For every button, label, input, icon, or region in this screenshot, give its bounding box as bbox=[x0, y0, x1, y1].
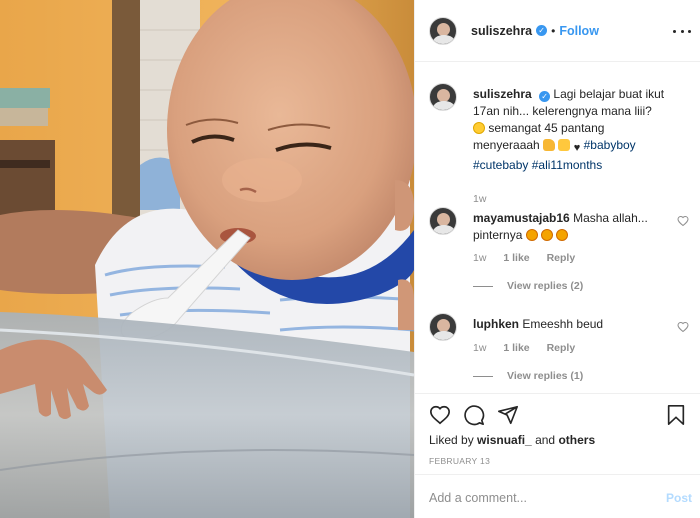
verified-badge-icon: ✓ bbox=[539, 91, 551, 102]
comment-likes[interactable]: 1 like bbox=[503, 342, 529, 354]
caption-author-avatar[interactable] bbox=[429, 83, 457, 111]
like-comment-heart-icon[interactable] bbox=[677, 215, 689, 227]
comment-icon[interactable] bbox=[463, 404, 485, 426]
comment-time[interactable]: 1w bbox=[473, 252, 486, 264]
comment-likes[interactable]: 1 like bbox=[503, 252, 529, 264]
author-username[interactable]: suliszehra bbox=[471, 24, 532, 38]
author-info: suliszehra ✓ • Follow bbox=[471, 24, 599, 38]
reply-button[interactable]: Reply bbox=[547, 252, 576, 264]
post-actions: Liked by wisnuafi_ and others February 1… bbox=[415, 393, 700, 518]
header-separator: • bbox=[551, 23, 556, 38]
like-comment-heart-icon[interactable] bbox=[677, 321, 689, 333]
add-comment-bar: Post bbox=[415, 474, 700, 518]
commenter-avatar[interactable] bbox=[429, 207, 457, 235]
reply-button[interactable]: Reply bbox=[547, 342, 576, 354]
bookmark-icon[interactable] bbox=[665, 404, 687, 426]
add-comment-input[interactable] bbox=[429, 489, 649, 507]
comment-meta: 1w 1 like Reply bbox=[473, 342, 575, 354]
hashtag-ali11months[interactable]: #ali11months bbox=[532, 158, 603, 172]
post-comment-button[interactable]: Post bbox=[666, 491, 692, 505]
heart-icon[interactable] bbox=[429, 404, 451, 426]
heart-eyes-emoji-icon bbox=[525, 229, 538, 241]
share-icon[interactable] bbox=[497, 404, 519, 426]
post-date[interactable]: February 13 bbox=[429, 456, 490, 466]
caption-time[interactable]: 1w bbox=[473, 193, 486, 205]
post-header: suliszehra ✓ • Follow bbox=[415, 0, 700, 62]
comment-meta: 1w 1 like Reply bbox=[473, 252, 575, 264]
post-side-panel: suliszehra ✓ • Follow suliszehra ✓ Lagi … bbox=[414, 0, 700, 518]
verified-badge-icon: ✓ bbox=[536, 25, 548, 36]
action-icons-row bbox=[429, 404, 687, 428]
heart-eyes-emoji-icon bbox=[556, 229, 569, 241]
caption-username[interactable]: suliszehra bbox=[473, 87, 532, 101]
comment-username[interactable]: luphken bbox=[473, 317, 519, 331]
hashtag-cutebaby[interactable]: #cutebaby bbox=[473, 158, 528, 172]
view-replies-button[interactable]: View replies (1) bbox=[473, 370, 583, 382]
liked-by-others[interactable]: others bbox=[558, 433, 595, 447]
liked-by-and: and bbox=[535, 433, 556, 447]
black-heart-emoji-icon: ♥ bbox=[573, 142, 581, 154]
comment-text-block: luphken Emeeshh beud bbox=[473, 316, 665, 333]
comment-time[interactable]: 1w bbox=[473, 342, 486, 354]
flexed-biceps-emoji-icon bbox=[543, 139, 556, 151]
hashtag-babyboy[interactable]: #babyboy bbox=[584, 138, 636, 152]
view-replies-label: View replies (2) bbox=[507, 280, 584, 292]
view-replies-button[interactable]: View replies (2) bbox=[473, 280, 583, 292]
baby-photo-image bbox=[0, 0, 414, 518]
liked-by-prefix: Liked by bbox=[429, 433, 474, 447]
comment-text-block: mayamustajab16 Masha allah... pinternya bbox=[473, 210, 665, 244]
grinning-emoji-icon bbox=[473, 122, 485, 134]
comments-list: suliszehra ✓ Lagi belajar buat ikut 17an… bbox=[415, 63, 700, 393]
commenter-avatar[interactable] bbox=[429, 313, 457, 341]
comment-text: Emeeshh beud bbox=[522, 317, 604, 331]
liked-by-text: Liked by wisnuafi_ and others bbox=[429, 433, 595, 447]
more-options-icon[interactable] bbox=[673, 22, 691, 40]
liked-by-user[interactable]: wisnuafi_ bbox=[477, 433, 532, 447]
comment-username[interactable]: mayamustajab16 bbox=[473, 211, 570, 225]
post-modal: suliszehra ✓ • Follow suliszehra ✓ Lagi … bbox=[0, 0, 700, 518]
post-photo[interactable] bbox=[0, 0, 414, 518]
view-replies-label: View replies (1) bbox=[507, 370, 584, 382]
author-avatar[interactable] bbox=[429, 16, 457, 45]
heart-eyes-emoji-icon bbox=[541, 229, 554, 241]
follow-button[interactable]: Follow bbox=[559, 24, 599, 38]
thumbs-up-emoji-icon bbox=[558, 139, 571, 151]
caption-text-block: suliszehra ✓ Lagi belajar buat ikut 17an… bbox=[473, 86, 665, 174]
